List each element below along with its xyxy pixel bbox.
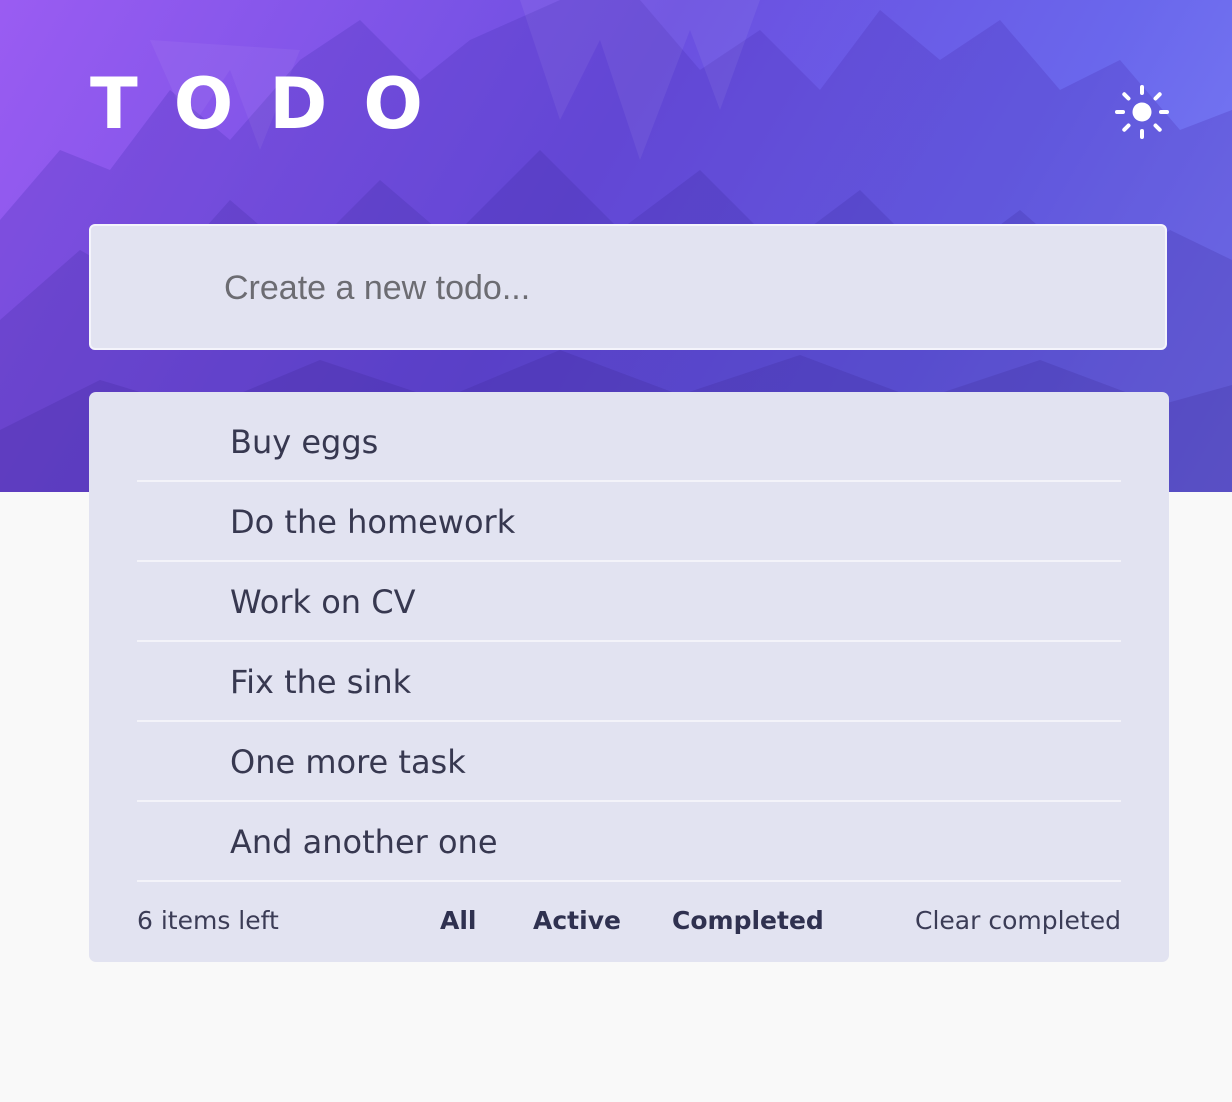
todo-text: And another one [230,823,498,861]
todo-text: One more task [230,743,466,781]
todo-item[interactable]: Work on CV [137,562,1121,642]
todo-text: Buy eggs [230,423,379,461]
todo-item[interactable]: Buy eggs [137,402,1121,482]
app-title: TODO [90,63,459,145]
todo-list: Buy eggs Do the homework Work on CV Fix … [89,392,1169,962]
todo-text: Work on CV [230,583,416,621]
new-todo-panel [89,224,1167,350]
filter-completed-button[interactable]: Completed [672,905,824,937]
new-todo-input[interactable] [224,262,1124,314]
filter-active-button[interactable]: Active [533,905,621,937]
todo-footer: 6 items left All Active Completed Clear … [137,882,1121,962]
clear-completed-button[interactable]: Clear completed [915,905,1121,937]
todo-item[interactable]: One more task [137,722,1121,802]
sun-icon [1115,85,1169,139]
todo-item[interactable]: Do the homework [137,482,1121,562]
filter-all-button[interactable]: All [440,905,477,937]
theme-toggle-button[interactable] [1114,84,1170,140]
todo-text: Fix the sink [230,663,412,701]
todo-text: Do the homework [230,503,516,541]
todo-item[interactable]: Fix the sink [137,642,1121,722]
todo-item[interactable]: And another one [137,802,1121,882]
items-left-count: 6 items left [137,906,279,935]
